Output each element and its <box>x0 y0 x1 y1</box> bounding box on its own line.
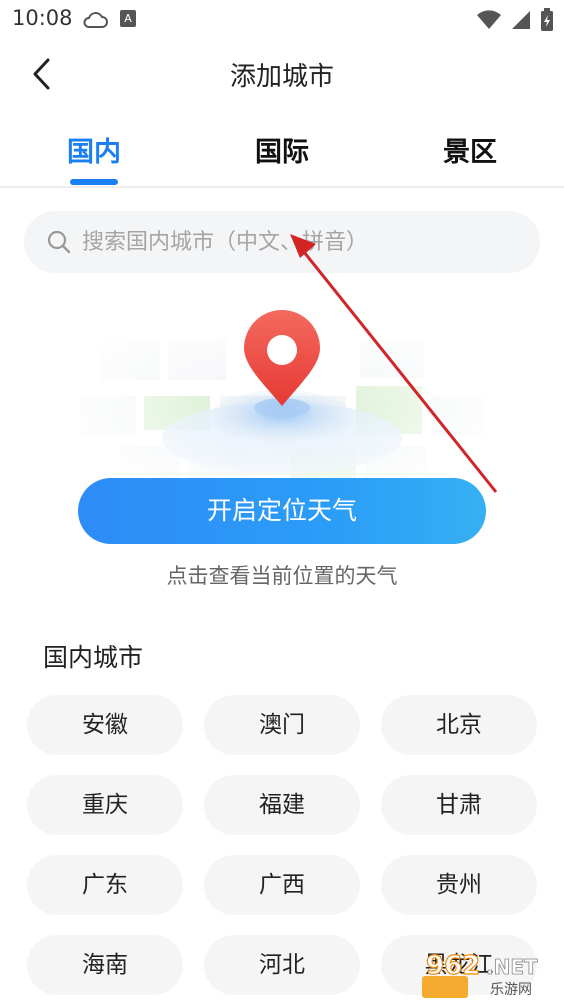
city-chip[interactable]: 福建 <box>204 775 360 835</box>
city-chip[interactable]: 北京 <box>381 695 537 755</box>
svg-text:.NET: .NET <box>486 955 538 979</box>
svg-text:乐游网: 乐游网 <box>490 982 532 998</box>
wifi-icon <box>477 10 501 29</box>
status-bar: 10:08 A <box>0 0 564 40</box>
tab-domestic[interactable]: 国内 <box>0 122 188 186</box>
watermark-logo: 962 .NET 乐游网 <box>420 946 560 1000</box>
tab-label: 国际 <box>255 137 309 168</box>
city-chip[interactable]: 甘肃 <box>381 775 537 835</box>
watermark-logo-graphic: 962 .NET 乐游网 <box>422 950 538 998</box>
enable-location-weather-button[interactable]: 开启定位天气 <box>78 478 486 544</box>
signal-icon <box>512 11 530 29</box>
location-hint: 点击查看当前位置的天气 <box>166 564 398 588</box>
city-chip[interactable]: 安徽 <box>27 695 183 755</box>
active-tab-indicator <box>70 179 118 185</box>
tab-scenic[interactable]: 景区 <box>376 122 564 186</box>
city-chip[interactable]: 重庆 <box>27 775 183 835</box>
tab-bar: 国内 国际 景区 <box>0 122 564 186</box>
tab-label: 国内 <box>67 137 121 168</box>
status-time: 10:08 <box>12 6 73 30</box>
tabs-divider <box>0 186 564 188</box>
city-chip[interactable]: 河北 <box>204 935 360 995</box>
header: 添加城市 <box>0 44 564 104</box>
city-chip[interactable]: 贵州 <box>381 855 537 915</box>
search-bar[interactable] <box>24 211 540 273</box>
city-chip[interactable]: 澳门 <box>204 695 360 755</box>
cloud-icon <box>83 12 108 28</box>
notification-a-icon: A <box>120 10 136 27</box>
city-chip[interactable]: 广东 <box>27 855 183 915</box>
search-icon <box>47 230 71 254</box>
svg-text:962: 962 <box>426 951 480 981</box>
city-chip[interactable]: 海南 <box>27 935 183 995</box>
city-chip[interactable]: 广西 <box>204 855 360 915</box>
tab-label: 景区 <box>443 137 497 168</box>
section-title: 国内城市 <box>43 643 144 672</box>
page-title: 添加城市 <box>229 62 334 92</box>
location-map-illustration <box>60 300 504 490</box>
search-input[interactable] <box>82 229 502 255</box>
battery-icon <box>541 8 553 31</box>
tab-international[interactable]: 国际 <box>188 122 376 186</box>
